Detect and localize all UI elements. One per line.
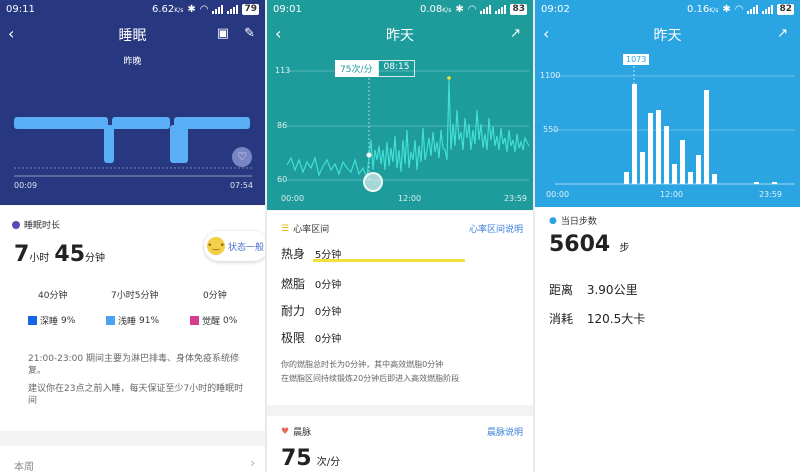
heart-rate-line [286, 79, 530, 179]
step-bar [648, 113, 653, 184]
step-bar [688, 172, 693, 184]
y-tick-60: 60 [277, 175, 288, 184]
sleep-panel: 09:11 6.62K/s ✱ ◠ 79 ‹ 睡眠 ▣ ✎ 昨晚 00:09 0… [0, 0, 265, 472]
sleep-header-area: 09:11 6.62K/s ✱ ◠ 79 ‹ 睡眠 ▣ ✎ 昨晚 00:09 0… [0, 0, 265, 205]
legend-awake: 觉醒 0% [190, 314, 237, 327]
heart-rate-panel: 09:01 0.08K/s ✱ ◠ 83 ‹ 昨天 ↗ 113 86 60 75… [267, 0, 533, 472]
sleep-bar-light-2 [112, 117, 170, 129]
step-bar [640, 152, 645, 184]
heart-header-area: 09:01 0.08K/s ✱ ◠ 83 ‹ 昨天 ↗ 113 86 60 75… [267, 0, 533, 210]
heart-rate-chart [286, 70, 530, 181]
step-bar [672, 164, 677, 184]
y-tick-86: 86 [277, 121, 288, 130]
steps-chart [555, 66, 795, 185]
heart-rate-marker [366, 152, 372, 158]
step-bar [664, 126, 669, 184]
steps-panel: 09:02 0.16K/s ✱ ◠ 82 ‹ 昨天 ↗ 1100 550 107… [535, 0, 800, 472]
legend-deep: 深睡 9% [28, 314, 75, 327]
y-tick-113: 113 [275, 66, 291, 75]
moon-icon [12, 220, 20, 229]
x-tick-end: 07:54 [229, 181, 253, 190]
steps-header-area: 09:02 0.16K/s ✱ ◠ 82 ‹ 昨天 ↗ 1100 550 107… [535, 0, 800, 207]
x-tick-start: 00:09 [14, 181, 38, 190]
x-tick-mid: 12:00 [660, 190, 684, 199]
peak-marker [447, 76, 451, 80]
sleep-note-1: 21:00-23:00 期间主要为淋巴排毒、身体免疫系统修复。 [28, 354, 239, 376]
scrub-handle[interactable] [363, 172, 383, 192]
heart-icon: ♥ [281, 426, 290, 437]
section-title: ● 当日步数 [549, 215, 597, 228]
mood-badge[interactable]: •‿• 状态一般 [204, 231, 265, 261]
face-icon: •‿• [207, 237, 225, 255]
step-bar [696, 155, 701, 184]
section-title: 睡眠时长 [12, 218, 60, 231]
zone-row-endurance: 耐力 0分钟 [281, 304, 342, 318]
distance-row: 距离 3.90公里 [549, 283, 638, 297]
fatburn-note-2: 在燃脂区间持续锻炼20分钟后即进入高效燃脂阶段 [281, 374, 460, 383]
zones-title: ☰ 心率区间 [281, 223, 330, 236]
x-tick-end: 23:59 [758, 190, 782, 199]
footprint-icon: ● [549, 215, 557, 226]
morning-pulse-card: ♥ 晨脉 晨脉说明 75 次/分 [267, 416, 533, 472]
legend-light: 浅睡 91% [106, 314, 159, 327]
step-bar [624, 172, 629, 184]
favorite-icon[interactable]: ♡ [232, 147, 252, 167]
calorie-row: 消耗 120.5大卡 [549, 312, 646, 326]
list-icon: ☰ [281, 223, 290, 234]
x-tick-start: 00:00 [281, 194, 305, 203]
y-tick-550: 550 [543, 125, 559, 134]
x-tick-mid: 12:00 [398, 194, 422, 203]
steps-summary-card: ● 当日步数 5604 步 距离 3.90公里 消耗 120.5大卡 [535, 207, 800, 472]
fatburn-note-1: 你的燃脂总时长为0分钟，其中高效燃脂0分钟 [281, 360, 444, 369]
chart-tooltip: 1073 [623, 54, 650, 65]
zone-row-extreme: 极限 0分钟 [281, 331, 342, 345]
heart-zones-card: ☰ 心率区间 心率区间说明 热身 5分钟 燃脂 0分钟 耐力 0分钟 极限 0分… [267, 211, 533, 405]
morning-value: 75 次/分 [281, 446, 341, 471]
week-label: 本周 [14, 462, 34, 472]
chart-tooltip: 75次/分 08:15 [335, 60, 416, 77]
step-bar [754, 182, 759, 184]
deep-duration: 40分钟 [38, 291, 68, 301]
sleep-bar-deep-1 [104, 125, 114, 163]
step-bar [632, 84, 637, 184]
sleep-note-2: 建议你在23点之前入睡，每天保证至少7小时的睡眠时间 [28, 384, 244, 406]
sleep-duration: 7小时 45分钟 [14, 242, 106, 267]
morning-help-link[interactable]: 晨脉说明 [487, 425, 523, 438]
zones-help-link[interactable]: 心率区间说明 [469, 222, 523, 235]
sleep-bar-light-1 [14, 117, 108, 129]
sleep-chart [14, 117, 252, 177]
step-bar [712, 174, 717, 184]
steps-count: 5604 步 [549, 232, 630, 257]
chevron-right-icon: › [250, 456, 255, 470]
zone-row-fatburn: 燃脂 0分钟 [281, 277, 342, 291]
morning-title: ♥ 晨脉 [281, 426, 312, 439]
step-bar [704, 90, 709, 184]
zone-bar-warmup [313, 259, 465, 262]
step-bar [656, 110, 661, 184]
awake-duration: 0分钟 [203, 291, 227, 301]
sleep-bar-deep-2 [170, 125, 188, 163]
y-tick-1100: 1100 [540, 71, 561, 80]
sleep-summary-card: 睡眠时长 7小时 45分钟 •‿• 状态一般 40分钟 7小时5分钟 0分钟 深… [0, 206, 265, 431]
x-tick-start: 00:00 [546, 190, 570, 199]
step-bar [680, 140, 685, 184]
x-tick-end: 23:59 [503, 194, 527, 203]
light-duration: 7小时5分钟 [111, 291, 159, 301]
step-bar [772, 182, 777, 184]
week-row[interactable]: 本周 › [0, 446, 265, 472]
